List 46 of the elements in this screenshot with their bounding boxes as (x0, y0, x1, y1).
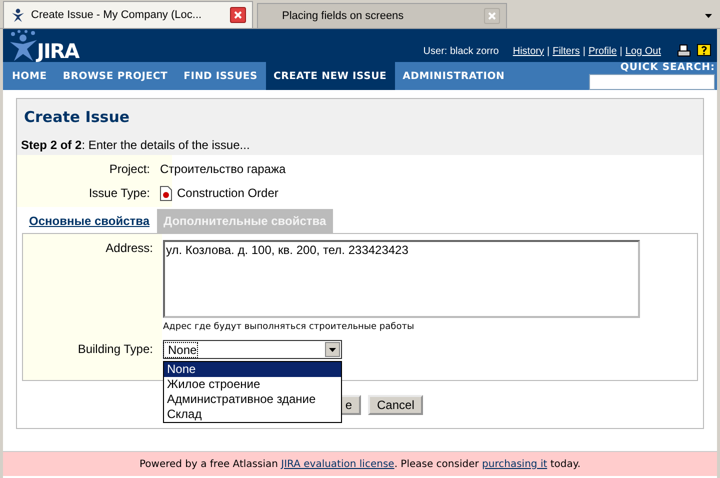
field-label: Building Type: (76, 342, 154, 358)
nav-tab[interactable]: ADMINISTRATION (394, 62, 513, 90)
logo-text: JIRA (37, 40, 79, 62)
browser-tab[interactable]: Placing fields on screens (257, 3, 507, 28)
browser-tab[interactable]: Create Issue - My Company (Loc... (3, 1, 253, 28)
tab-title: Placing fields on screens (281, 10, 405, 22)
header-link[interactable]: History (512, 46, 544, 56)
user-name: User: black zorro (423, 46, 499, 56)
header-link[interactable]: Profile (588, 46, 617, 56)
building-type-dropdown[interactable]: None (163, 340, 342, 359)
separator: | (546, 46, 550, 56)
field-hint: Адрес где будут выполняться строительные работы (163, 322, 416, 332)
field-label: Project: (108, 162, 151, 176)
footer-text: Powered by a free Atlassian JIRA evaluation license. Please consider purchasing it today. (3, 451, 717, 476)
purchase-link[interactable]: purchasing it (482, 458, 548, 470)
address-field[interactable]: ул. Козлова. д. 100, кв. 200, тел. 233423423 (163, 240, 640, 318)
field-label: Address: (104, 241, 154, 257)
dropdown-option[interactable]: None (164, 362, 341, 377)
step-text: Step 2 of 2: Enter the details of the issue... (21, 138, 251, 154)
header-link[interactable]: Log Out (625, 46, 661, 56)
field-value: Строительство гаража (160, 162, 286, 176)
nav-tab[interactable]: CREATE NEW ISSUE (266, 62, 395, 90)
dropdown-option[interactable]: Административное здание (164, 392, 341, 407)
quick-search-label: QUICK SEARCH: (620, 62, 715, 73)
nav-tab[interactable]: FIND ISSUES (176, 62, 266, 90)
issue-type-icon (160, 186, 172, 200)
help-icon[interactable] (697, 44, 711, 58)
close-icon[interactable] (230, 7, 246, 23)
nav-tab[interactable]: BROWSE PROJECT (54, 62, 176, 90)
page-title: Create Issue (23, 107, 131, 128)
header-link[interactable]: Filters (552, 46, 580, 56)
separator: | (582, 46, 586, 56)
separator: | (620, 46, 622, 56)
field-value: Construction Order (177, 186, 278, 200)
dropdown-option[interactable]: Склад (164, 407, 341, 422)
jira-logo-icon (10, 7, 26, 23)
caret-icon[interactable] (325, 342, 340, 357)
quick-search-field[interactable] (589, 74, 715, 90)
form-tab[interactable]: Основные свойства (22, 209, 157, 233)
tab-title: Create Issue - My Company (Loc... (31, 9, 203, 21)
field-label: Issue Type: (88, 186, 151, 200)
printer-icon[interactable] (677, 44, 691, 58)
nav-tab[interactable]: HOME (3, 62, 55, 90)
dropdown-option[interactable]: Жилое строение (164, 377, 341, 392)
license-link[interactable]: JIRA evaluation license (281, 458, 394, 470)
cancel-button[interactable]: Cancel (368, 395, 424, 415)
